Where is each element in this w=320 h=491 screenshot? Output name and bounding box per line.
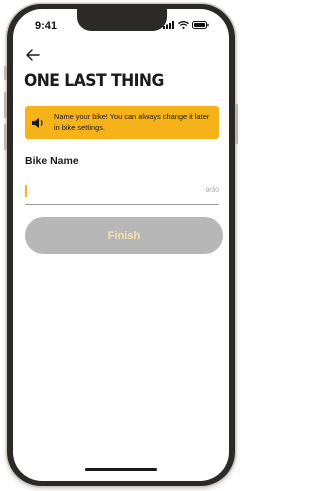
bike-name-field[interactable]: 9/30 (25, 178, 219, 205)
info-banner: Name your bike! You can always change it… (25, 106, 219, 139)
wifi-icon (178, 21, 189, 29)
battery-icon (192, 21, 209, 29)
finish-button[interactable]: Finish (25, 217, 223, 254)
phone-frame: 9:41 ONE LAST THING Name your bike! You … (4, 4, 238, 486)
signal-icon (163, 21, 174, 29)
home-indicator (85, 468, 157, 471)
notch (77, 9, 167, 31)
screen: 9:41 ONE LAST THING Name your bike! You … (13, 9, 229, 481)
status-time: 9:41 (35, 20, 58, 32)
volume-down-button (4, 124, 7, 150)
status-icons (163, 21, 209, 29)
text-caret (25, 185, 27, 197)
volume-up-button (4, 92, 7, 118)
speaker-icon (32, 118, 43, 128)
page-title: ONE LAST THING (24, 71, 164, 91)
mute-switch (4, 66, 7, 80)
back-arrow-icon[interactable] (25, 47, 41, 63)
banner-text: Name your bike! You can always change it… (54, 112, 210, 132)
character-counter: 9/30 (205, 187, 219, 194)
bike-name-label: Bike Name (25, 155, 79, 167)
power-button (235, 104, 238, 144)
